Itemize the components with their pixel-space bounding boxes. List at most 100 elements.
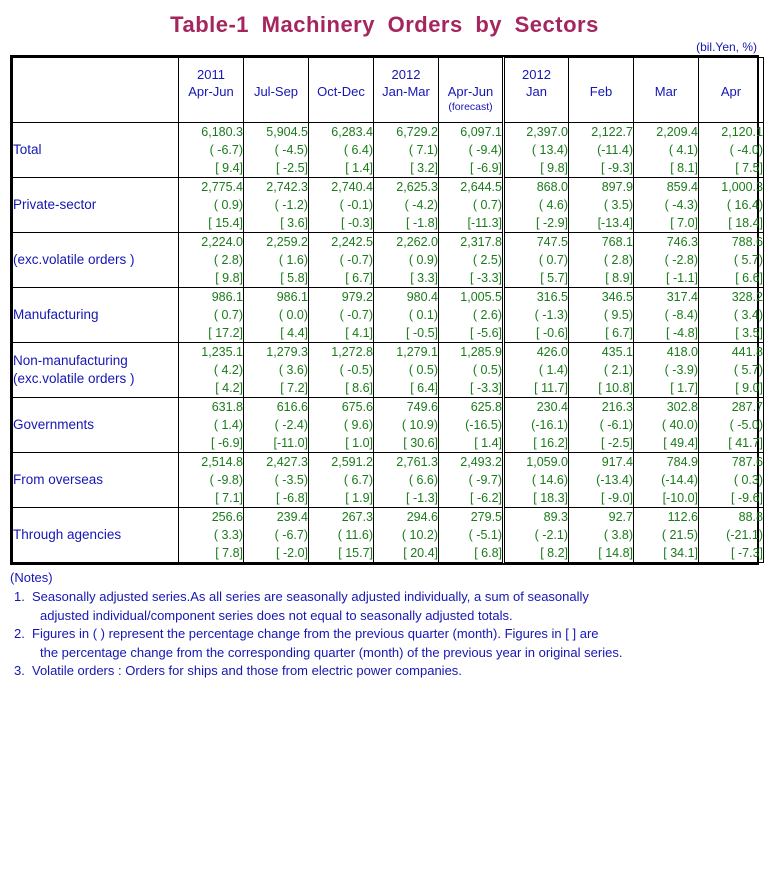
cell-yoy-change: [-10.0] [662,491,698,505]
data-cell: 747.5 ( 0.7) [ 5.7] [502,232,569,288]
cell-qoq-change: ( -4.3) [664,198,698,212]
data-cell: 2,493.2 ( -9.7) [ -6.2] [438,452,505,508]
data-cell: 2,625.3 ( -4.2) [ -1.8] [373,177,439,233]
unit-note: (bil.Yen, %) [696,40,757,54]
cell-yoy-change: [ 6.8] [474,546,502,560]
data-cell: 2,122.7 (-11.4) [ -9.3] [568,122,634,178]
header-corner-cell [12,57,179,123]
data-cell: 6,729.2 ( 7.1) [ 3.2] [373,122,439,178]
data-cell: 2,514.8 ( -9.8) [ 7.1] [178,452,244,508]
cell-qoq-change: ( 2.6) [472,308,502,322]
note-item: 1. Seasonally adjusted series.As all seri… [10,588,769,625]
cell-level-value: 6,283.4 [331,125,373,139]
data-cell: 316.5 ( -1.3) [ -0.6] [502,287,569,343]
header-period-0: Apr-Jun [188,83,234,99]
data-cell: 317.4 ( -8.4) [ -4.8] [633,287,699,343]
cell-qoq-change: ( 6.4) [343,143,373,157]
cell-level-value: 267.3 [341,510,373,524]
cell-level-value: 2,242.5 [331,235,373,249]
cell-qoq-change: ( 10.9) [401,418,438,432]
cell-yoy-change: [ -6.9] [211,436,243,450]
cell-qoq-change: ( -3.5) [274,473,308,487]
cell-yoy-change: [ 9.4] [215,161,243,175]
cell-qoq-change: ( 3.8) [603,528,633,542]
cell-level-value: 2,740.4 [331,180,373,194]
data-cell: 279.5 ( -5.1) [ 6.8] [438,507,505,563]
cell-level-value: 859.4 [666,180,698,194]
header-period-4: Apr-Jun [447,83,494,99]
cell-yoy-change: [ -9.0] [601,491,633,505]
cell-qoq-change: (-11.4) [597,143,633,157]
cell-level-value: 328.2 [731,290,763,304]
cell-yoy-change: [ 14.8] [598,546,633,560]
cell-level-value: 1,000.3 [721,180,763,194]
data-cell: 2,740.4 ( -0.1) [ -0.3] [308,177,374,233]
cell-qoq-change: ( 0.3) [733,473,763,487]
data-cell: 631.8 ( 1.4) [ -6.9] [178,397,244,453]
cell-yoy-change: [ 18.3] [533,491,568,505]
note-line-1: Figures in ( ) represent the percentage … [32,626,599,642]
header-year-0: 2011 [197,66,225,82]
data-cell: 112.6 ( 21.5) [ 34.1] [633,507,699,563]
cell-level-value: 746.3 [666,235,698,249]
data-cell: 749.6 ( 10.9) [ 30.6] [373,397,439,453]
cell-level-value: 1,285.9 [460,345,502,359]
row-label-cell: Governments [12,397,179,453]
cell-level-value: 5,904.5 [266,125,308,139]
cell-level-value: 2,209.4 [656,125,698,139]
data-cell: 2,644.5 ( 0.7) [-11.3] [438,177,505,233]
data-cell: 625.8 (-16.5) [ 1.4] [438,397,505,453]
cell-qoq-change: ( 21.5) [661,528,698,542]
cell-qoq-change: ( 0.7) [213,308,243,322]
cell-level-value: 768.1 [601,235,633,249]
data-cell: 89.3 ( -2.1) [ 8.2] [502,507,569,563]
cell-yoy-change: [ 15.7] [338,546,373,560]
header-col-3: 2012 Jan-Mar [373,57,439,123]
cell-yoy-change: [ 41.7] [728,436,763,450]
cell-qoq-change: ( 40.0) [661,418,698,432]
cell-yoy-change: [ 6.7] [345,271,373,285]
cell-yoy-change: [ 3.5] [735,326,763,340]
cell-yoy-change: [ 4.1] [345,326,373,340]
cell-qoq-change: ( 2.1) [603,363,633,377]
header-period-5: Jan [526,83,547,99]
cell-level-value: 2,775.4 [201,180,243,194]
cell-yoy-change: [ 3.3] [410,271,438,285]
data-cell: 979.2 ( -0.7) [ 4.1] [308,287,374,343]
cell-level-value: 88.8 [738,510,763,524]
cell-yoy-change: [ 16.2] [533,436,568,450]
table-row: Private-sector 2,775.4( 0.9)[ 15.4] 2,742.… [12,177,764,233]
data-cell: 6,283.4 ( 6.4) [ 1.4] [308,122,374,178]
table-row: Non-manufacturing (exc.volatile orders ) 1… [12,342,764,398]
table-row: Total 6,180.3 ( -6.7) [ 9.4] 5,904.5 ( -4.5) [… [12,122,764,178]
cell-qoq-change: ( -9.7) [468,473,502,487]
cell-level-value: 346.5 [601,290,633,304]
page-title: Table-1 Machinery Orders by Sectors [170,12,599,37]
cell-yoy-change: [ 7.0] [670,216,698,230]
data-cell: 2,742.3 ( -1.2) [ 3.6] [243,177,309,233]
cell-yoy-change: [ -2.0] [276,546,308,560]
cell-level-value: 112.6 [667,510,698,524]
cell-qoq-change: ( -2.8) [664,253,698,267]
cell-qoq-change: ( -6.1) [599,418,633,432]
row-label: Through agencies [13,527,122,543]
cell-level-value: 2,761.3 [396,455,438,469]
cell-qoq-change: ( 2.8) [213,253,243,267]
cell-level-value: 917.4 [601,455,633,469]
cell-qoq-change: ( -8.4) [664,308,698,322]
note-line-2: the percentage change from the correspon… [40,644,623,660]
cell-level-value: 92.7 [608,510,633,524]
cell-yoy-change: [ -0.6] [536,326,568,340]
cell-yoy-change: [ 17.2] [208,326,243,340]
cell-level-value: 986.1 [276,290,308,304]
data-cell: 239.4 ( -6.7) [ -2.0] [243,507,309,563]
header-col-0: 2011 Apr-Jun [178,57,244,123]
cell-level-value: 616.6 [276,400,308,414]
note-marker: 2. [14,626,25,642]
data-cell: 1,059.0 ( 14.6) [ 18.3] [502,452,569,508]
cell-level-value: 418.0 [666,345,698,359]
cell-level-value: 2,262.0 [396,235,438,249]
row-label-secondary: (exc.volatile orders ) [13,371,135,386]
cell-qoq-change: (-14.4) [661,473,698,487]
cell-yoy-change: [ 20.4] [403,546,438,560]
